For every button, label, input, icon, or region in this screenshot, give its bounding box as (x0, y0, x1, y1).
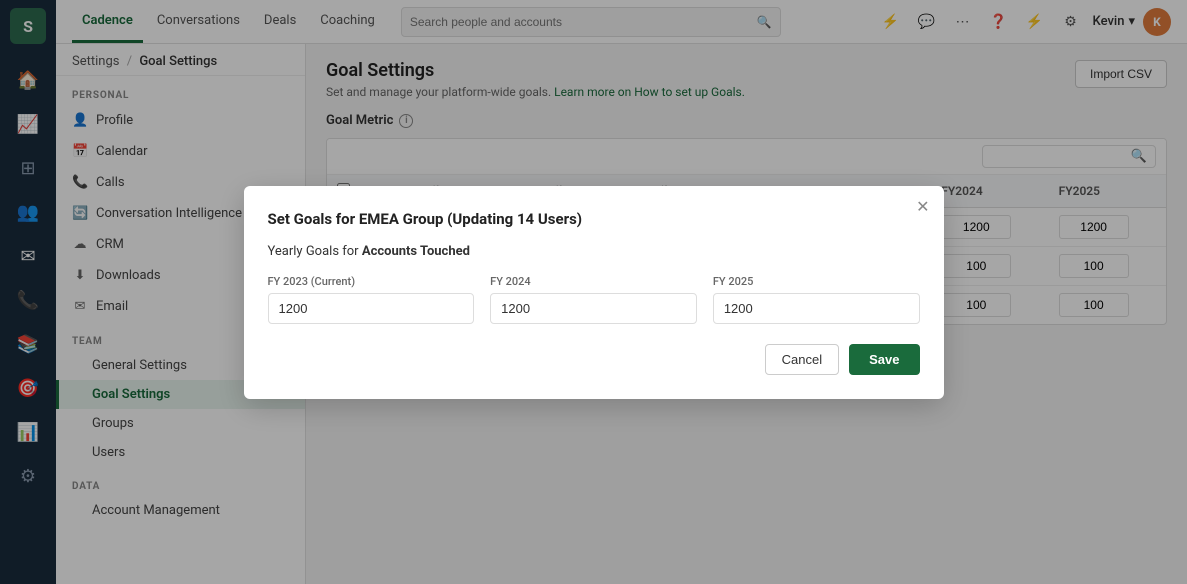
fy-col-2025: FY 2025 (713, 275, 920, 324)
goals-for-text: Goals for (306, 244, 359, 259)
modal-metric: Accounts Touched (362, 244, 470, 259)
modal-goal-label: Yearly Goals for Accounts Touched (268, 244, 920, 259)
save-button[interactable]: Save (849, 344, 919, 375)
fy-col-2023: FY 2023 (Current) (268, 275, 475, 324)
yearly-prefix: Yearly (268, 244, 303, 259)
fy-grid: FY 2023 (Current) FY 2024 FY 2025 (268, 275, 920, 324)
modal-close-button[interactable]: ✕ (916, 200, 929, 216)
set-goals-modal: Set Goals for EMEA Group (Updating 14 Us… (244, 186, 944, 399)
fy2025-input[interactable] (713, 293, 920, 324)
modal-title: Set Goals for EMEA Group (Updating 14 Us… (268, 210, 920, 228)
modal-actions: Cancel Save (268, 344, 920, 375)
fy2023-label: FY 2023 (Current) (268, 275, 475, 288)
cancel-button[interactable]: Cancel (765, 344, 839, 375)
modal-overlay[interactable]: Set Goals for EMEA Group (Updating 14 Us… (0, 0, 1187, 584)
fy2025-label: FY 2025 (713, 275, 920, 288)
fy2023-input[interactable] (268, 293, 475, 324)
fy2024-label: FY 2024 (490, 275, 697, 288)
fy-col-2024: FY 2024 (490, 275, 697, 324)
fy2024-input[interactable] (490, 293, 697, 324)
